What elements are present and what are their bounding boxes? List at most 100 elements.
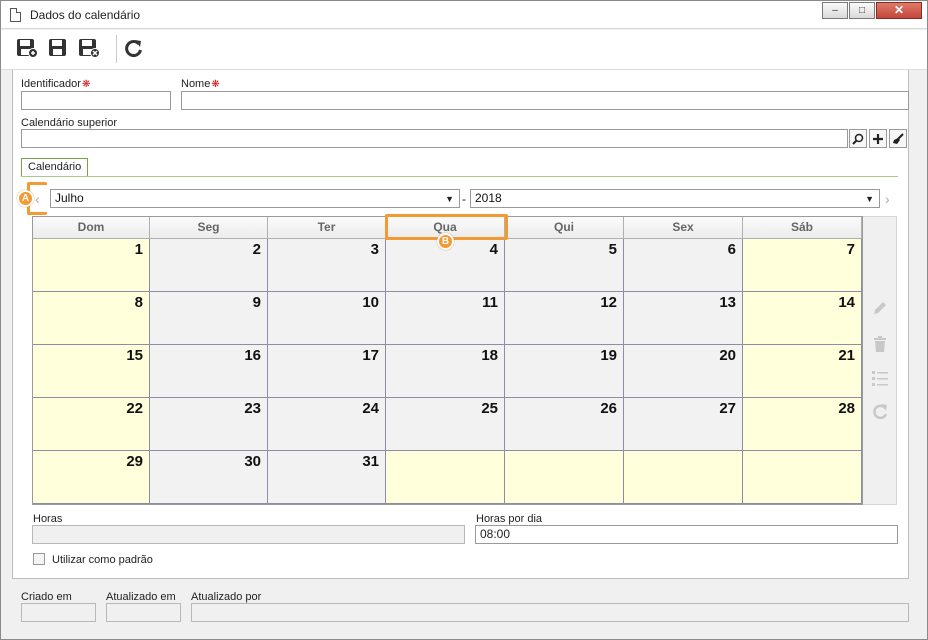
calendar-day-cell[interactable]: 25 xyxy=(386,398,505,451)
atualizado-em-label: Atualizado em xyxy=(106,591,176,603)
weekday-header-4: Qui xyxy=(505,217,624,239)
window-controls: – □ ✕ xyxy=(821,2,922,19)
year-value: 2018 xyxy=(475,191,502,205)
refresh-icon xyxy=(125,40,142,57)
calendar-day-cell[interactable]: 1 xyxy=(33,239,150,292)
refresh-icon xyxy=(873,404,888,420)
atualizado-por-label: Atualizado por xyxy=(191,591,262,603)
calendario-superior-field[interactable] xyxy=(21,129,848,148)
day-number: 15 xyxy=(126,347,143,364)
weekday-header-2: Ter xyxy=(268,217,386,239)
dropdown-arrow-icon: ▼ xyxy=(865,194,874,204)
identificador-field[interactable] xyxy=(21,91,171,110)
utilizar-padrao-checkbox[interactable] xyxy=(33,553,45,565)
save-button[interactable] xyxy=(46,37,70,59)
day-number: 31 xyxy=(362,453,379,470)
calendar-day-cell[interactable]: 22 xyxy=(33,398,150,451)
calendar-day-cell[interactable]: 16 xyxy=(150,345,268,398)
day-number: 25 xyxy=(481,400,498,417)
calendar-day-cell[interactable] xyxy=(624,451,743,504)
search-button[interactable] xyxy=(849,129,867,148)
calendar-day-cell[interactable]: 17 xyxy=(268,345,386,398)
day-number: 30 xyxy=(244,453,261,470)
edit-icon xyxy=(874,302,886,314)
required-mark-icon: ❋ xyxy=(211,79,220,90)
annotation-a-badge: A xyxy=(17,190,34,207)
day-number: 18 xyxy=(481,347,498,364)
horas-por-dia-field[interactable]: 08:00 xyxy=(475,525,898,544)
calendar-day-cell[interactable]: 29 xyxy=(33,451,150,504)
criado-em-field xyxy=(21,603,96,622)
weekday-header-5: Sex xyxy=(624,217,743,239)
calendar-day-cell[interactable]: 24 xyxy=(268,398,386,451)
save-new-button[interactable] xyxy=(15,37,39,59)
day-number: 20 xyxy=(719,347,736,364)
list-button[interactable] xyxy=(869,367,891,389)
criado-em-label: Criado em xyxy=(21,591,72,603)
day-number: 11 xyxy=(482,294,498,311)
annotation-b-badge: B xyxy=(437,233,454,250)
close-button[interactable]: ✕ xyxy=(876,2,922,19)
calendar-day-cell[interactable]: 7 xyxy=(743,239,862,292)
day-number: 9 xyxy=(252,294,261,311)
delete-icon xyxy=(874,336,886,352)
add-button[interactable] xyxy=(869,129,887,148)
calendar-day-cell[interactable]: 20 xyxy=(624,345,743,398)
calendar-day-cell[interactable]: 18 xyxy=(386,345,505,398)
search-icon xyxy=(852,133,864,145)
calendar-day-cell[interactable]: 27 xyxy=(624,398,743,451)
day-number: 3 xyxy=(370,241,379,258)
nome-field[interactable] xyxy=(181,91,909,110)
minimize-button[interactable]: – xyxy=(822,2,848,19)
calendar-day-cell[interactable] xyxy=(386,451,505,504)
horas-label: Horas xyxy=(33,513,63,525)
calendar-day-cell[interactable]: 9 xyxy=(150,292,268,345)
day-number: 6 xyxy=(727,241,736,258)
atualizado-por-field xyxy=(191,603,909,622)
edit-day-button[interactable] xyxy=(869,297,891,319)
toolbar xyxy=(1,30,927,70)
document-icon xyxy=(10,8,21,22)
calendar-day-cell[interactable]: 19 xyxy=(505,345,624,398)
calendar-day-cell[interactable]: 12 xyxy=(505,292,624,345)
tab-calendario[interactable]: Calendário xyxy=(21,158,89,177)
calendar-day-cell[interactable]: 23 xyxy=(150,398,268,451)
year-select[interactable]: 2018 ▼ xyxy=(470,189,880,208)
list-icon xyxy=(872,371,888,386)
calendar-day-cell[interactable] xyxy=(505,451,624,504)
calendar-data-window: Dados do calendário – □ ✕ Identificador❋… xyxy=(0,0,928,640)
clear-button[interactable] xyxy=(889,129,907,148)
day-number: 8 xyxy=(134,294,143,311)
delete-day-button[interactable] xyxy=(869,333,891,355)
calendar-day-cell[interactable]: 21 xyxy=(743,345,862,398)
calendar-day-cell[interactable]: 5 xyxy=(505,239,624,292)
day-number: 10 xyxy=(362,294,379,311)
maximize-button[interactable]: □ xyxy=(849,2,875,19)
next-month-button[interactable]: › xyxy=(885,191,890,207)
calendar-day-cell[interactable]: 6 xyxy=(624,239,743,292)
month-select[interactable]: Julho ▼ xyxy=(50,189,460,208)
calendar-day-cell[interactable]: 10 xyxy=(268,292,386,345)
calendar-day-cell[interactable]: 30 xyxy=(150,451,268,504)
calendar-day-cell[interactable] xyxy=(743,451,862,504)
day-number: 22 xyxy=(126,400,143,417)
day-number: 5 xyxy=(608,241,617,258)
save-close-button[interactable] xyxy=(77,37,101,59)
calendario-superior-label: Calendário superior xyxy=(21,117,117,129)
calendar-day-cell[interactable]: 28 xyxy=(743,398,862,451)
calendar-day-cell[interactable]: 8 xyxy=(33,292,150,345)
calendar-day-cell[interactable]: 15 xyxy=(33,345,150,398)
calendar-day-cell[interactable]: 26 xyxy=(505,398,624,451)
required-mark-icon: ❋ xyxy=(81,79,91,90)
reset-day-button[interactable] xyxy=(869,401,891,423)
calendar-day-cell[interactable]: 13 xyxy=(624,292,743,345)
refresh-button[interactable] xyxy=(122,37,146,59)
calendar-day-cell[interactable]: 11 xyxy=(386,292,505,345)
calendar-day-cell[interactable]: 31 xyxy=(268,451,386,504)
calendar-day-cell[interactable]: 2 xyxy=(150,239,268,292)
month-value: Julho xyxy=(55,191,84,205)
chevron-right-icon: › xyxy=(885,191,890,207)
calendar-day-cell[interactable]: 3 xyxy=(268,239,386,292)
calendar-day-cell[interactable]: 14 xyxy=(743,292,862,345)
plus-icon xyxy=(873,133,883,144)
